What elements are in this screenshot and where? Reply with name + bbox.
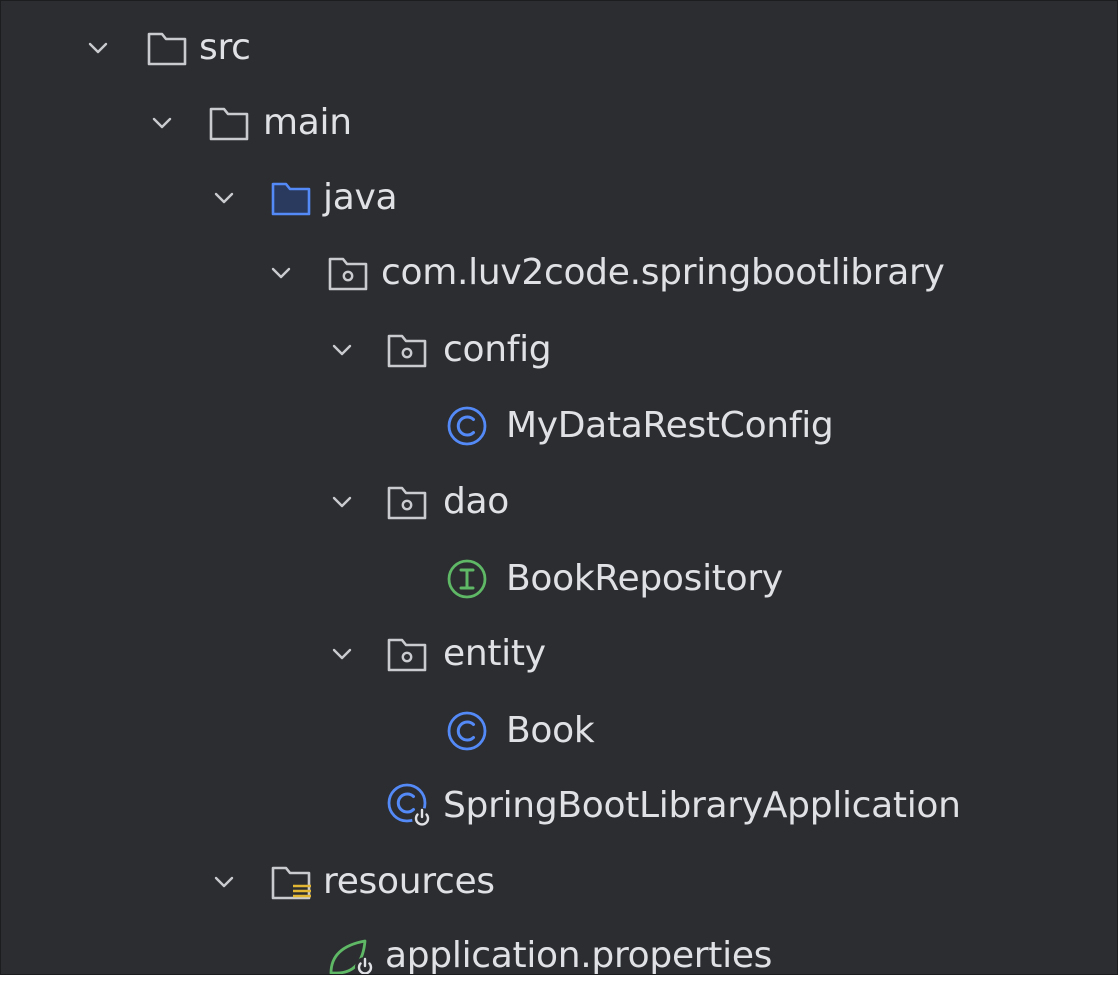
interface-icon bbox=[447, 559, 487, 599]
chevron-down-icon[interactable] bbox=[209, 183, 239, 213]
source-folder-icon bbox=[271, 182, 311, 216]
tree-node-label: MyDataRestConfig bbox=[506, 405, 834, 446]
tree-node-main[interactable]: main bbox=[1, 84, 1117, 162]
tree-node-label: entity bbox=[443, 633, 546, 674]
tree-node-label: application.properties bbox=[385, 935, 773, 975]
class-icon bbox=[447, 406, 487, 446]
tree-node-package[interactable]: com.luv2code.springbootlibrary bbox=[1, 234, 1117, 312]
chevron-down-icon[interactable] bbox=[327, 639, 357, 669]
tree-node-config[interactable]: config bbox=[1, 311, 1117, 389]
tree-node-java[interactable]: java bbox=[1, 159, 1117, 237]
tree-node-label: Book bbox=[506, 710, 595, 751]
tree-node-dao[interactable]: dao bbox=[1, 463, 1117, 541]
package-icon bbox=[328, 257, 368, 291]
tree-node-application-properties[interactable]: application.properties bbox=[1, 917, 1117, 975]
folder-icon bbox=[147, 32, 187, 66]
tree-node-entity[interactable]: entity bbox=[1, 615, 1117, 693]
project-tool-window: src main java com.luv2code.springbootlib… bbox=[0, 0, 1118, 975]
tree-node-label: SpringBootLibraryApplication bbox=[443, 785, 961, 826]
tree-node-src[interactable]: src bbox=[1, 9, 1117, 87]
tree-node-resources[interactable]: resources bbox=[1, 843, 1117, 921]
spring-boot-class-icon bbox=[387, 783, 432, 828]
chevron-down-icon[interactable] bbox=[327, 335, 357, 365]
chevron-down-icon[interactable] bbox=[209, 867, 239, 897]
tree-node-spring-boot-library-application[interactable]: SpringBootLibraryApplication bbox=[1, 767, 1117, 845]
chevron-down-icon[interactable] bbox=[266, 258, 296, 288]
package-icon bbox=[387, 334, 427, 368]
tree-node-label: main bbox=[263, 102, 352, 143]
resources-folder-icon bbox=[271, 866, 311, 900]
tree-node-my-data-rest-config[interactable]: MyDataRestConfig bbox=[1, 387, 1117, 465]
folder-icon bbox=[209, 107, 249, 141]
tree-node-label: BookRepository bbox=[506, 558, 783, 599]
spring-properties-icon bbox=[329, 939, 375, 974]
package-icon bbox=[387, 638, 427, 672]
chevron-down-icon[interactable] bbox=[147, 108, 177, 138]
tree-node-label: resources bbox=[323, 861, 495, 902]
class-icon bbox=[447, 711, 487, 751]
tree-node-book[interactable]: Book bbox=[1, 692, 1117, 770]
tree-node-label: com.luv2code.springbootlibrary bbox=[381, 252, 945, 293]
package-icon bbox=[387, 486, 427, 520]
tree-node-label: config bbox=[443, 329, 552, 370]
chevron-down-icon[interactable] bbox=[327, 487, 357, 517]
tree-node-label: java bbox=[323, 177, 398, 218]
tree-node-label: dao bbox=[443, 481, 510, 522]
tree-node-book-repository[interactable]: BookRepository bbox=[1, 540, 1117, 618]
chevron-down-icon[interactable] bbox=[83, 33, 113, 63]
tree-node-label: src bbox=[199, 27, 251, 68]
